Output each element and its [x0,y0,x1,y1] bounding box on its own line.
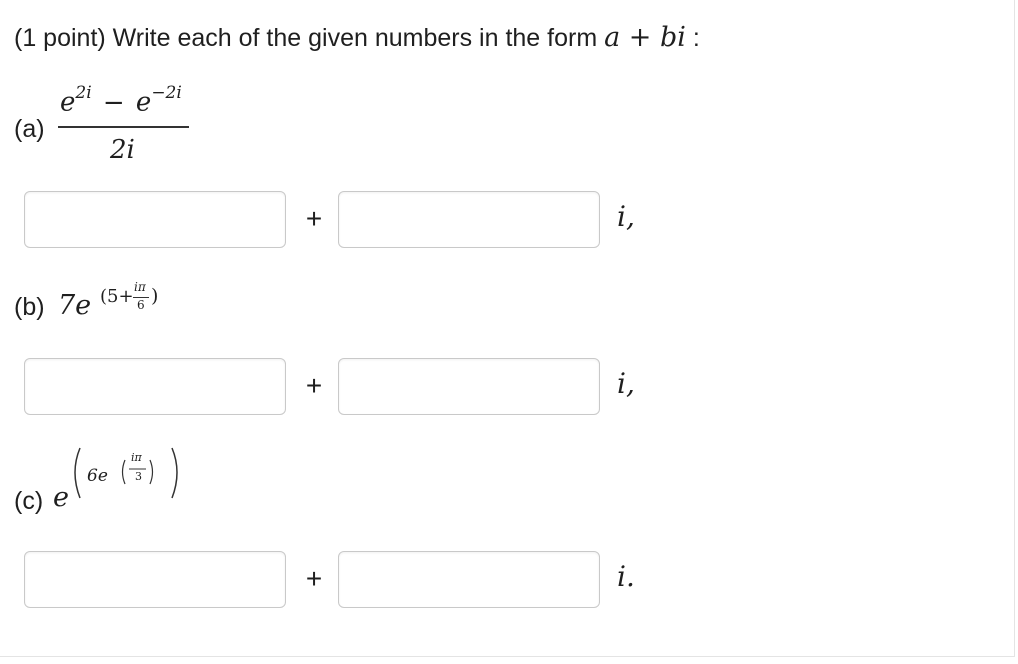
fraction-bar [58,126,189,128]
part-c-inner-numerator: iπ [131,451,142,464]
numerator-exponent-1: 2i [75,83,92,103]
part-a-plus: + [305,203,323,234]
numerator-base-1: e [60,87,76,118]
form-expression: a + bi [604,22,686,53]
part-a-numerator: e2i − e−2i [60,83,182,118]
part-c-inner-denominator: 3 [135,470,142,483]
part-a-label: (a) [14,115,45,143]
part-b-label: (b) [14,293,45,321]
part-b-real-input[interactable] [24,358,286,415]
part-b-i-suffix: i, [617,367,635,400]
part-c-i-suffix: i. [617,560,635,593]
part-b-exponent-denominator: 6 [137,298,145,312]
part-b-coefficient: 7e [58,290,92,321]
part-b-plus: + [305,370,323,401]
outer-right-paren [171,447,178,499]
part-b-imag-input[interactable] [338,358,600,415]
part-c-imag-input[interactable] [338,551,600,608]
outer-left-paren [74,447,81,499]
problem-title: (1 point) Write each of the given number… [14,22,700,53]
part-c-label: (c) [14,487,44,515]
numerator-base-2: e [135,87,152,118]
part-c-real-input[interactable] [24,551,286,608]
part-c-base: e [53,482,69,513]
part-a-i-suffix: i, [617,200,635,233]
inner-right-paren [149,459,154,485]
part-a-denominator: 2i [110,135,135,165]
part-b-exponent-close: ) [151,285,159,307]
part-b-exponent-numerator: iπ [134,280,146,294]
title-text: (1 point) Write each of the given number… [14,24,598,52]
inner-left-paren [121,459,126,485]
part-c-inner-coefficient: 6e [87,466,108,486]
part-a-real-input[interactable] [24,191,286,248]
part-a-imag-input[interactable] [338,191,600,248]
part-b-exponent-open: (5+ [100,286,134,307]
part-c-plus: + [305,563,323,594]
problem-panel: (1 point) Write each of the given number… [0,0,1015,657]
title-colon: : [692,24,700,52]
numerator-exponent-2: −2i [151,83,182,103]
numerator-minus: − [102,87,125,118]
